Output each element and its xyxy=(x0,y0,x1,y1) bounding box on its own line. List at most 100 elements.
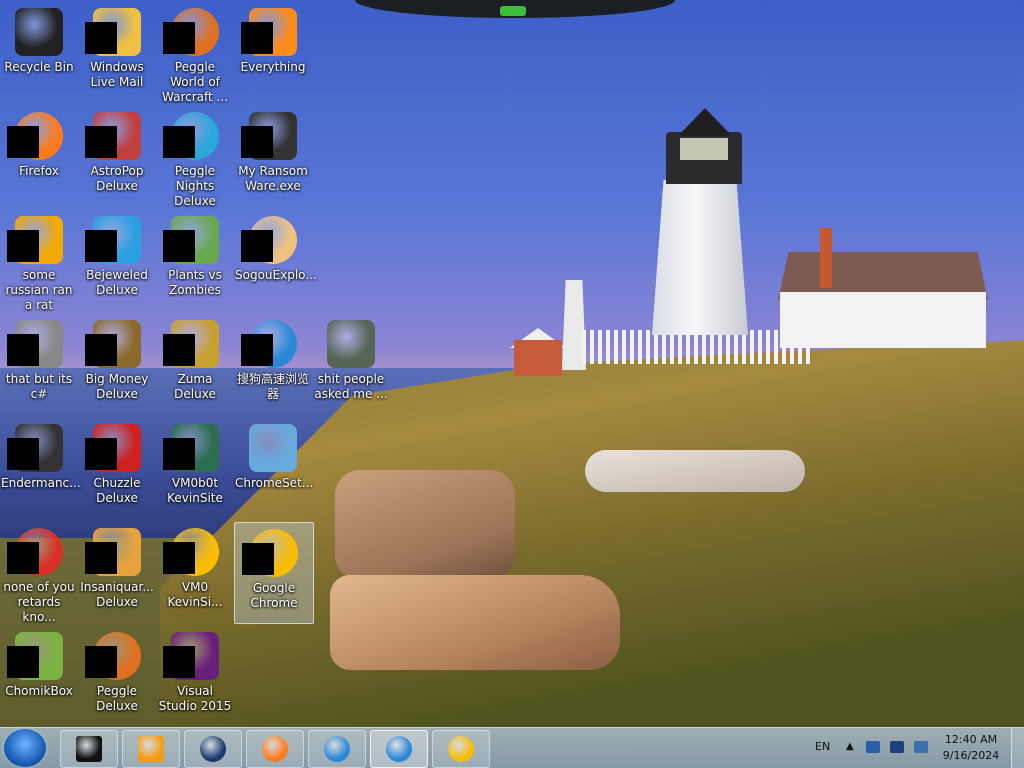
desktop-icon-label: shit people asked me ... xyxy=(314,372,388,401)
display-tray-icon[interactable] xyxy=(890,741,904,753)
desktop-icon[interactable]: Recycle Bin xyxy=(0,2,78,102)
desktop-icon[interactable]: Chuzzle Deluxe xyxy=(78,418,156,518)
desktop-icon[interactable]: Google Chrome xyxy=(234,522,314,624)
desktop-icon[interactable]: ChromeSet... xyxy=(234,418,313,518)
desktop-icon[interactable]: AstroPop Deluxe xyxy=(78,106,156,206)
desktop-icon[interactable]: Windows Live Mail xyxy=(78,2,156,102)
desktop-icon-label: Firefox xyxy=(19,164,59,178)
vm-icon xyxy=(163,424,219,472)
redaction-box xyxy=(7,334,39,366)
desktop-icon[interactable]: ChomikBox xyxy=(0,626,78,726)
visual-studio-icon xyxy=(163,632,219,680)
redaction-box xyxy=(85,22,117,54)
desktop-icon[interactable]: Peggle World of Warcraft ... xyxy=(156,2,234,104)
show-hidden-icons-icon[interactable]: ▲ xyxy=(846,741,854,752)
redaction-box xyxy=(163,542,195,574)
wallpaper-shed xyxy=(514,340,562,376)
desktop-icon[interactable]: that but its c# xyxy=(0,314,78,414)
language-indicator[interactable]: EN xyxy=(815,740,830,753)
mail-icon xyxy=(85,8,141,56)
desktop-icon-label: Peggle Deluxe xyxy=(96,684,138,713)
redaction-box xyxy=(7,542,39,574)
redaction-box xyxy=(85,646,117,678)
desktop-icon-label: ChomikBox xyxy=(5,684,73,698)
show-desktop-button[interactable] xyxy=(1011,728,1024,768)
desktop-icon[interactable]: none of you retards kno... xyxy=(0,522,78,624)
clock-time: 12:40 AM xyxy=(944,733,998,746)
wallpaper-rock xyxy=(585,450,805,492)
plant-icon xyxy=(163,216,219,264)
wallpaper-fence xyxy=(582,330,812,364)
taskbar-sogou-2-button[interactable] xyxy=(370,730,428,768)
desktop-icon-label: VM0 KevinSi... xyxy=(167,580,223,609)
desktop-icon[interactable]: Firefox xyxy=(0,106,78,206)
redaction-box xyxy=(85,126,117,158)
redaction-box xyxy=(241,22,273,54)
desktop-icon[interactable]: Peggle Deluxe xyxy=(78,626,156,726)
redaction-box xyxy=(241,334,273,366)
desktop-icon[interactable]: Insaniquar... Deluxe xyxy=(78,522,156,622)
globe-icon xyxy=(200,736,226,762)
desktop-icon[interactable]: Peggle Nights Deluxe xyxy=(156,106,234,208)
desktop-icon-label: Everything xyxy=(240,60,306,74)
peggle-icon xyxy=(163,112,219,160)
desktop-icon[interactable]: SogouExplo... xyxy=(234,210,317,310)
desktop-icon[interactable]: Big Money Deluxe xyxy=(78,314,156,414)
desktop-icon[interactable]: VM0b0t KevinSite xyxy=(156,418,234,518)
desktop-icon-label: that but its c# xyxy=(5,372,73,401)
desktop-icon-label: none of you retards kno... xyxy=(3,580,75,624)
redaction-box xyxy=(7,230,39,262)
installer-icon xyxy=(249,424,297,472)
taskbar-globe-button[interactable] xyxy=(184,730,242,768)
clock[interactable]: 12:40 AM 9/16/2024 xyxy=(936,732,1006,764)
redaction-box xyxy=(85,334,117,366)
firefox-icon xyxy=(262,736,288,762)
redaction-box xyxy=(85,542,117,574)
taskbar-media-button[interactable] xyxy=(122,730,180,768)
taskbar: EN ▲ 12:40 AM 9/16/2024 xyxy=(0,727,1024,768)
redaction-box xyxy=(163,230,195,262)
desktop-icon[interactable]: some russian ran a rat xyxy=(0,210,78,312)
desktop-icon-label: AstroPop Deluxe xyxy=(90,164,144,193)
desktop-icon-label: Chuzzle Deluxe xyxy=(93,476,141,505)
desktop-icon[interactable]: shit people asked me ... xyxy=(312,314,390,414)
peggle-icon xyxy=(85,632,141,680)
desktop-icon-label: Peggle Nights Deluxe xyxy=(174,164,216,208)
zuma-icon xyxy=(163,320,219,368)
desktop-icon[interactable]: 搜狗高速浏览器 xyxy=(234,314,312,414)
desktop-icon[interactable]: Everything xyxy=(234,2,312,102)
desktop-icon[interactable]: VM0 KevinSi... xyxy=(156,522,234,622)
window-icon xyxy=(76,736,102,762)
desktop-icon-label: My Ransom Ware.exe xyxy=(238,164,308,193)
taskbar-sogou-button[interactable] xyxy=(308,730,366,768)
taskbar-app-1-button[interactable] xyxy=(60,730,118,768)
redaction-box xyxy=(163,22,195,54)
network-tray-icon[interactable] xyxy=(866,741,880,753)
search-icon xyxy=(241,8,297,56)
wallpaper-lighthouse xyxy=(652,180,748,335)
desktop-icon[interactable]: Plants vs Zombies xyxy=(156,210,234,310)
taskbar-firefox-button[interactable] xyxy=(246,730,304,768)
desktop-icon-label: Windows Live Mail xyxy=(90,60,144,89)
desktop-icon[interactable]: Endermanc... xyxy=(0,418,81,518)
redaction-box xyxy=(85,438,117,470)
desktop-icon-label: Visual Studio 2015 xyxy=(158,684,232,713)
desktop-icon[interactable]: Zuma Deluxe xyxy=(156,314,234,414)
terminal-icon xyxy=(241,112,297,160)
folder-icon xyxy=(327,320,375,368)
sogou-browser-icon xyxy=(324,736,350,762)
desktop-icon[interactable]: Visual Studio 2015 xyxy=(156,626,234,726)
redaction-box xyxy=(163,646,195,678)
taskbar-chrome-button[interactable] xyxy=(432,730,490,768)
sogou-icon xyxy=(241,216,297,264)
recycle-bin-icon xyxy=(15,8,63,56)
volume-tray-icon[interactable] xyxy=(914,741,928,753)
desktop-icon-label: Endermanc... xyxy=(1,476,81,490)
chrome-icon xyxy=(242,529,298,577)
desktop-icon-label: Bejeweled Deluxe xyxy=(86,268,148,297)
desktop-icon-label: Recycle Bin xyxy=(4,60,74,74)
start-button[interactable] xyxy=(4,729,46,767)
desktop-icon[interactable]: Bejeweled Deluxe xyxy=(78,210,156,310)
desktop-icon[interactable]: My Ransom Ware.exe xyxy=(234,106,312,206)
chrome-icon xyxy=(7,528,63,576)
